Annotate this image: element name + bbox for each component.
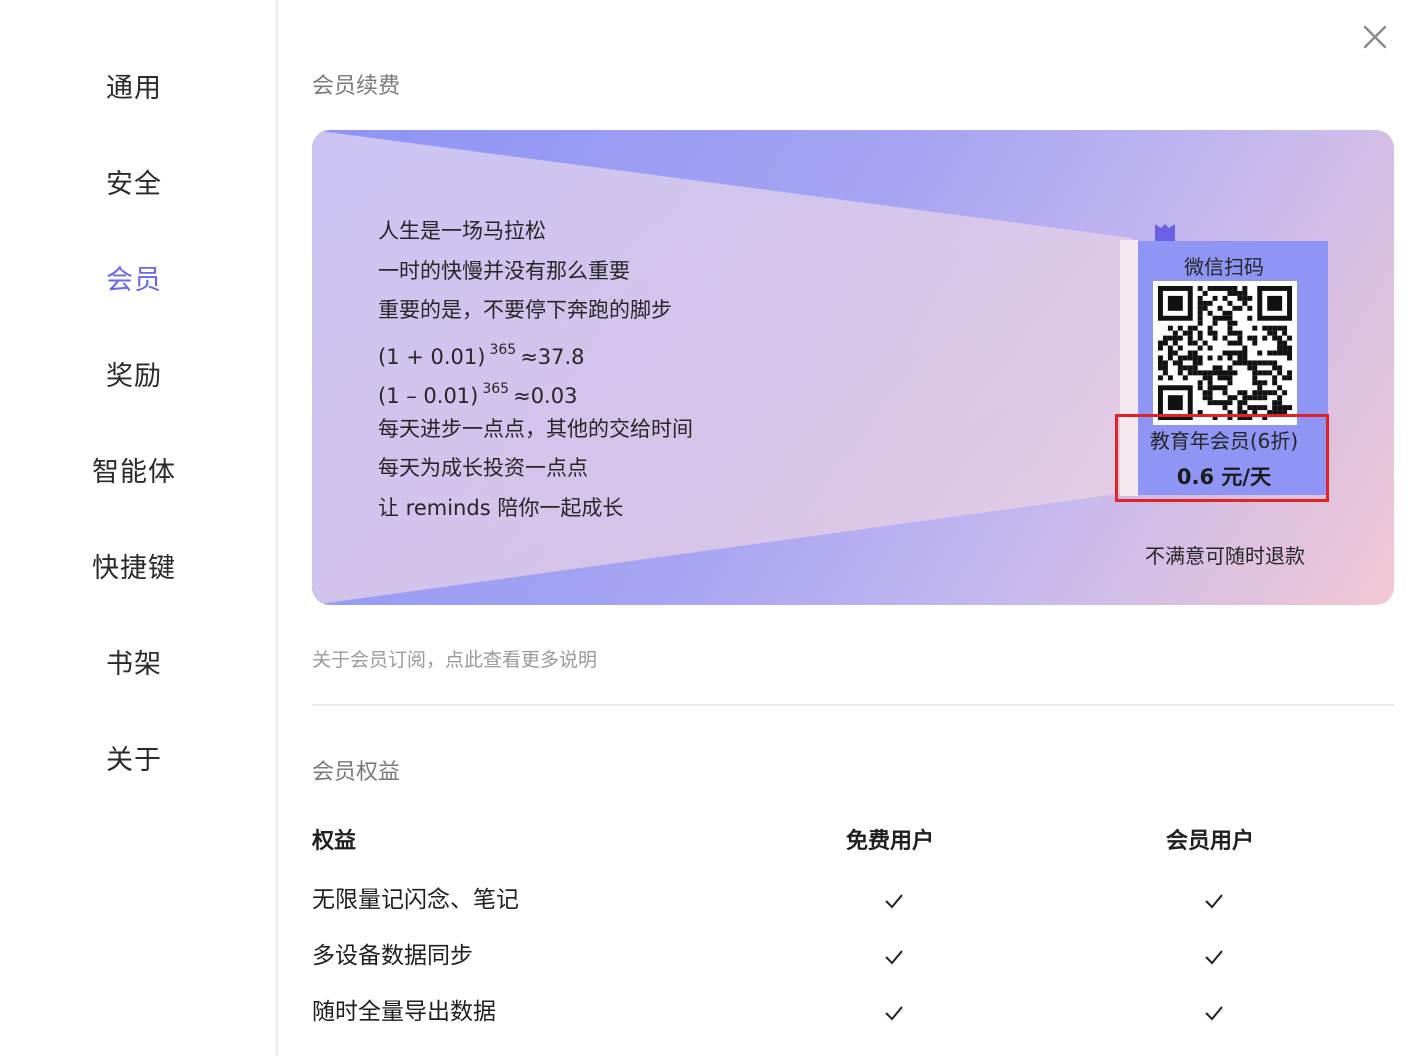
sidebar-item-agents[interactable]: 智能体 (0, 439, 268, 499)
check-icon (885, 950, 903, 965)
poem-formula-decline: (1 – 0.01) 365 ≈0.03 (378, 370, 878, 410)
refund-note: 不满意可随时退款 (1145, 544, 1305, 568)
poem-line: 每天为成长投资一点点 (378, 456, 588, 480)
close-button[interactable] (1360, 22, 1390, 52)
renewal-section-title: 会员续费 (312, 74, 401, 99)
close-icon (1363, 25, 1387, 49)
poem-line: 每天进步一点点，其他的交给时间 (378, 416, 693, 441)
check-icon (1205, 894, 1223, 909)
membership-banner: 人生是一场马拉松 一时的快慢并没有那么重要 重要的是，不要停下奔跑的脚步 (1 … (312, 130, 1394, 605)
bookmark-flag-icon (1155, 224, 1175, 242)
motivational-poem: 人生是一场马拉松 一时的快慢并没有那么重要 重要的是，不要停下奔跑的脚步 (1 … (378, 212, 878, 528)
sidebar-item-membership[interactable]: 会员 (0, 247, 268, 307)
formula-exponent: 365 (482, 381, 510, 397)
formula-base: (1 – 0.01) (378, 384, 479, 408)
formula-result: ≈0.03 (513, 384, 578, 408)
section-divider (312, 704, 1394, 706)
sidebar-item-rewards[interactable]: 奖励 (0, 343, 268, 403)
formula-result: ≈37.8 (520, 344, 585, 369)
poem-formula-growth: (1 + 0.01) 365 ≈37.8 (378, 331, 878, 371)
sidebar-item-bookshelf[interactable]: 书架 (0, 631, 268, 691)
header-free-user: 免费用户 (846, 829, 935, 854)
formula-base: (1 + 0.01) (378, 344, 486, 369)
qr-caption: 微信扫码 (1184, 255, 1264, 279)
poem-line: 人生是一场马拉松 (378, 219, 546, 243)
qr-code-matrix (1153, 281, 1297, 425)
header-member-user: 会员用户 (1166, 829, 1255, 854)
check-icon (1205, 950, 1223, 965)
sidebar-item-shortcuts[interactable]: 快捷键 (0, 535, 268, 595)
header-benefit: 权益 (312, 829, 357, 854)
benefit-name: 多设备数据同步 (312, 943, 473, 969)
benefit-name: 无限量记闪念、笔记 (312, 887, 519, 913)
benefit-name: 随时全量导出数据 (312, 999, 496, 1025)
check-icon (885, 1006, 903, 1021)
poem-line: 重要的是，不要停下奔跑的脚步 (378, 298, 672, 322)
table-row: 多设备数据同步 (312, 936, 1394, 976)
poem-line: 一时的快慢并没有那么重要 (378, 258, 630, 283)
check-icon (1205, 1006, 1223, 1021)
table-row: 无限量记闪念、笔记 (312, 880, 1394, 920)
check-icon (885, 894, 903, 909)
benefits-table-header: 权益 免费用户 会员用户 (312, 822, 1394, 862)
sidebar-item-general[interactable]: 通用 (0, 55, 268, 115)
formula-exponent: 365 (489, 341, 517, 358)
subscription-info-link[interactable]: 关于会员订阅，点此查看更多说明 (312, 645, 597, 672)
benefits-section-title: 会员权益 (312, 760, 401, 785)
sidebar-item-about[interactable]: 关于 (0, 727, 268, 787)
qr-code-icon[interactable] (1153, 281, 1297, 425)
table-row: 随时全量导出数据 (312, 992, 1394, 1032)
poem-line: 让 reminds 陪你一起成长 (378, 495, 624, 520)
plan-highlight-box (1115, 414, 1329, 502)
settings-sidebar: 通用 安全 会员 奖励 智能体 快捷键 书架 关于 (0, 0, 278, 1056)
sidebar-item-security[interactable]: 安全 (0, 151, 268, 211)
